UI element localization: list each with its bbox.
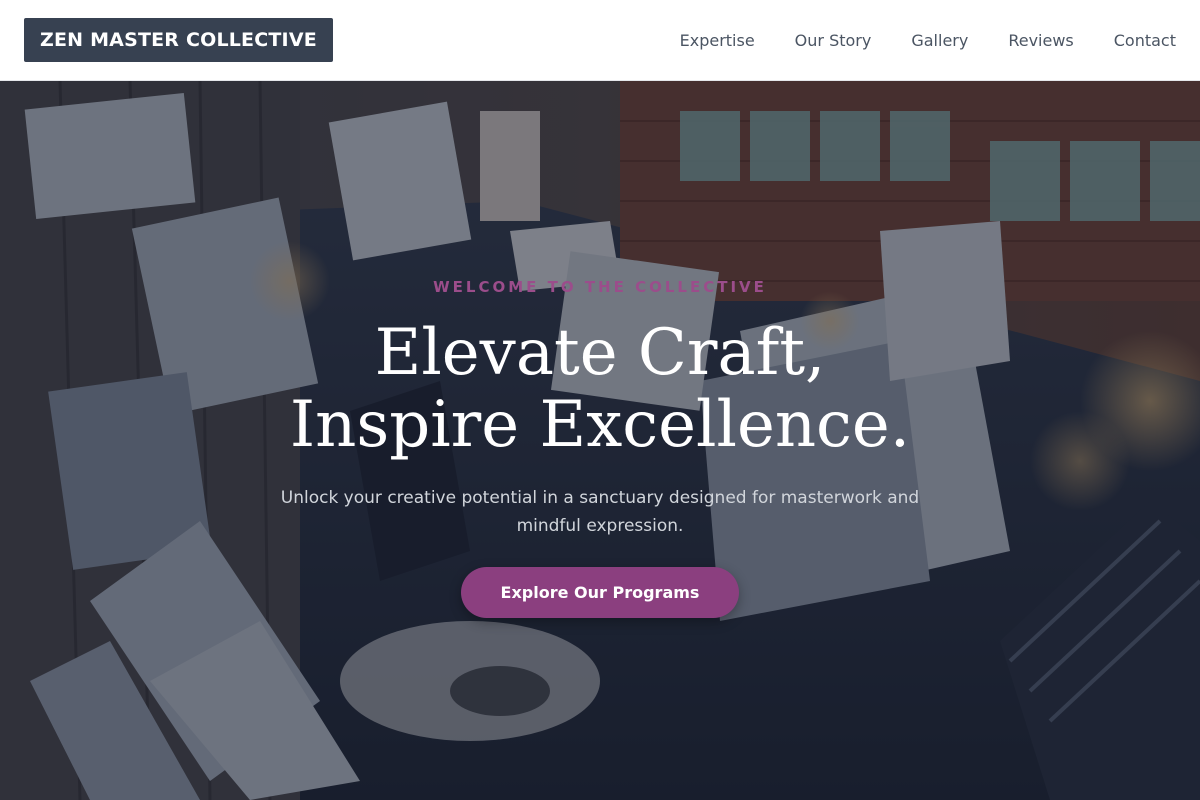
main-nav: Expertise Our Story Gallery Reviews Cont… (680, 31, 1176, 50)
nav-link-expertise[interactable]: Expertise (680, 31, 755, 50)
explore-programs-button[interactable]: Explore Our Programs (461, 567, 739, 618)
hero-section: WELCOME TO THE COLLECTIVE Elevate Craft,… (0, 81, 1200, 800)
hero-headline-line-2: Inspire Excellence. (289, 388, 911, 462)
hero-headline-line-1: Elevate Craft, (374, 316, 826, 390)
nav-link-gallery[interactable]: Gallery (911, 31, 968, 50)
hero-eyebrow: WELCOME TO THE COLLECTIVE (433, 278, 767, 296)
hero-content: WELCOME TO THE COLLECTIVE Elevate Craft,… (0, 81, 1200, 800)
nav-link-contact[interactable]: Contact (1114, 31, 1176, 50)
site-logo[interactable]: ZEN MASTER COLLECTIVE (24, 18, 333, 62)
nav-link-our-story[interactable]: Our Story (795, 31, 872, 50)
nav-link-reviews[interactable]: Reviews (1008, 31, 1073, 50)
hero-subtext: Unlock your creative potential in a sanc… (280, 488, 920, 536)
site-header: ZEN MASTER COLLECTIVE Expertise Our Stor… (0, 0, 1200, 81)
hero-headline: Elevate Craft, Inspire Excellence. (0, 317, 1200, 461)
